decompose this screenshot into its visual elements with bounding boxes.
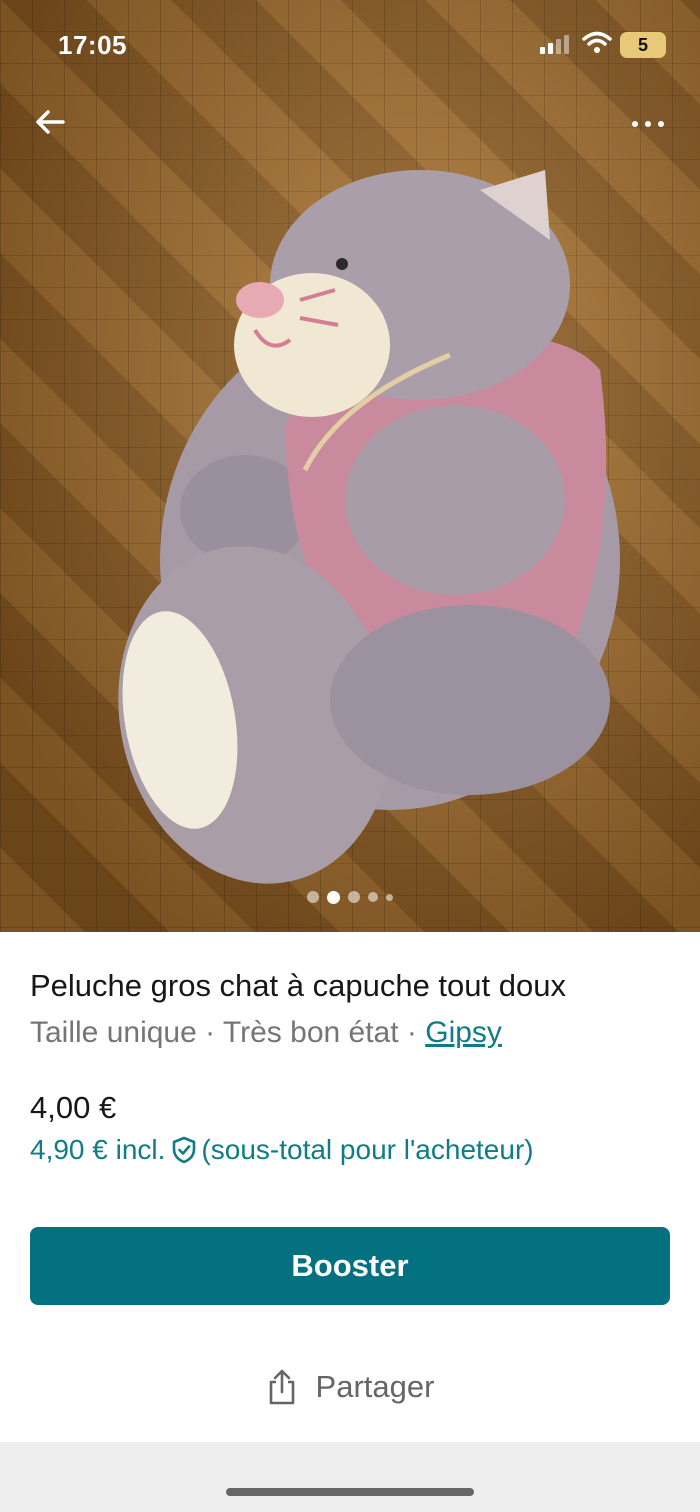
share-button[interactable]: Partager xyxy=(0,1357,700,1417)
size-label: Taille unique xyxy=(30,1016,197,1049)
cellular-signal-icon xyxy=(540,35,569,54)
meta-separator: · xyxy=(196,1016,223,1049)
wifi-icon xyxy=(582,31,612,53)
share-icon xyxy=(269,1369,294,1405)
share-label: Partager xyxy=(315,1369,435,1404)
more-dot xyxy=(645,121,651,127)
back-button[interactable] xyxy=(28,100,72,144)
shield-check-icon xyxy=(173,1136,196,1164)
home-indicator[interactable] xyxy=(226,1488,474,1496)
more-dot xyxy=(658,121,664,127)
status-time: 17:05 xyxy=(58,30,127,60)
photo-pagination xyxy=(0,888,700,906)
meta-separator: · xyxy=(398,1016,426,1049)
arrow-left-icon xyxy=(36,110,65,134)
condition-label: Très bon état xyxy=(222,1016,399,1049)
status-bar: 17:05 5 xyxy=(0,0,700,90)
price-incl-value: 4,90 € incl. xyxy=(30,1134,166,1165)
listing-meta: Taille unique · Très bon état · Gipsy xyxy=(30,1016,680,1050)
pagination-dot xyxy=(348,891,360,903)
battery-icon: 5 xyxy=(620,32,666,58)
pagination-dot xyxy=(368,892,378,902)
item-photo[interactable]: 17:05 5 xyxy=(0,0,700,932)
brand-link[interactable]: Gipsy xyxy=(425,1016,502,1049)
battery-level: 5 xyxy=(637,34,648,55)
pagination-dot-active xyxy=(327,890,340,904)
listing-title: Peluche gros chat à capuche tout doux xyxy=(30,968,566,1003)
buyer-protection-price[interactable]: 4,90 € incl. (sous-total pour l'acheteur… xyxy=(30,1134,534,1166)
more-dot xyxy=(632,121,638,127)
plush-cat-image xyxy=(118,170,620,884)
pagination-dot xyxy=(386,893,393,901)
pagination-dot xyxy=(307,891,319,903)
more-options-button[interactable] xyxy=(622,104,674,144)
listing-details: Peluche gros chat à capuche tout doux Ta… xyxy=(0,932,700,1442)
price-incl-note: (sous-total pour l'acheteur) xyxy=(201,1134,534,1165)
booster-button[interactable]: Booster xyxy=(30,1227,670,1305)
bottom-bar xyxy=(0,1442,700,1512)
price: 4,00 € xyxy=(30,1090,117,1125)
